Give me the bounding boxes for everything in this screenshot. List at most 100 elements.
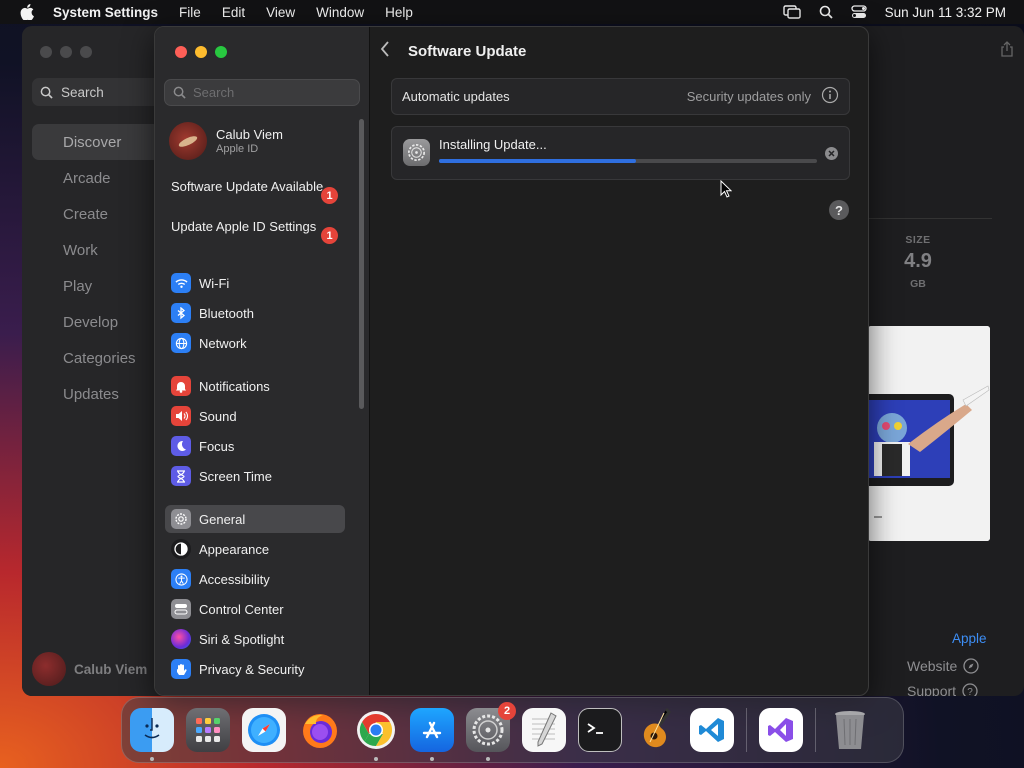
finder-dock-icon[interactable] [130,708,174,761]
user-name: Calub Viem [216,127,283,142]
nav-play[interactable]: Play [32,268,160,304]
chrome-dock-icon[interactable] [354,708,398,761]
app-size-info: SIZE 4.9 GB [884,234,952,290]
size-unit: GB [910,278,926,290]
system-settings-dock-icon[interactable]: 2 [466,702,516,761]
control-center-icon[interactable] [851,5,867,19]
nav-updates[interactable]: Updates [32,376,160,412]
sidebar-item-notifications[interactable]: Notifications [165,372,345,400]
sidebar-item-control-center[interactable]: Control Center [165,595,345,623]
sidebar-item-label: Sound [199,408,237,424]
help-button[interactable]: ? [829,200,849,220]
speaker-icon [171,406,191,426]
app-store-search-label: Search [61,84,104,100]
launchpad-dock-icon[interactable] [186,708,230,752]
menu-app-name[interactable]: System Settings [53,5,158,20]
sidebar-item-sound[interactable]: Sound [165,402,345,430]
sidebar-item-software-update-available[interactable]: Software Update Available 1 [171,179,341,204]
vscode-dock-icon[interactable] [690,708,734,752]
cancel-install-icon[interactable] [825,147,838,160]
app-store-sidebar: Search Discover Arcade Create Work Play … [22,26,162,696]
install-progress-fill [439,159,636,163]
menu-file[interactable]: File [179,5,201,20]
screen-mirroring-icon[interactable] [782,5,801,19]
menu-help[interactable]: Help [385,5,413,20]
website-link[interactable]: Website [907,658,979,674]
app-store-search-field[interactable]: Search [32,78,162,106]
close-button[interactable] [40,46,52,58]
sidebar-item-focus[interactable]: Focus [165,432,345,460]
visual-studio-dock-icon[interactable] [759,708,803,752]
sidebar-item-appearance[interactable]: Appearance [165,535,345,563]
textedit-dock-icon[interactable] [522,708,566,752]
nav-discover[interactable]: Discover [32,124,160,160]
sidebar-item-network[interactable]: Network [165,329,345,357]
sidebar-item-screen-time[interactable]: Screen Time [165,462,345,490]
apple-menu-icon[interactable] [20,4,36,20]
dock-separator [815,708,816,752]
app-screenshot-image[interactable] [868,326,990,541]
sidebar-item-label: Control Center [199,601,284,617]
sidebar-item-label: Appearance [199,541,270,557]
notification-badge: 1 [321,187,338,204]
running-indicator [150,757,154,761]
sidebar-scrollbar[interactable] [359,119,364,409]
sidebar-item-update-apple-id-settings[interactable]: Update Apple ID Settings 1 [171,219,341,244]
nav-develop[interactable]: Develop [32,304,160,340]
avatar [32,652,66,686]
trash-dock-icon[interactable] [828,708,872,752]
size-label: SIZE [905,234,931,246]
compass-icon [963,658,979,674]
size-value: 4.9 [904,250,932,272]
safari-dock-icon[interactable] [242,708,286,752]
hand-icon [171,659,191,679]
menu-edit[interactable]: Edit [222,5,245,20]
share-icon[interactable] [1000,41,1014,62]
info-icon[interactable] [821,86,839,107]
accessibility-icon [171,569,191,589]
garageband-dock-icon[interactable] [634,708,678,752]
back-chevron-icon[interactable] [380,41,390,62]
globe-icon [171,333,191,353]
content-header: Software Update [380,41,526,62]
developer-link[interactable]: Apple [952,631,987,646]
sidebar-item-accessibility[interactable]: Accessibility [165,565,345,593]
mouse-cursor-icon [720,179,733,203]
automatic-updates-value: Security updates only [686,89,811,104]
sidebar-item-siri-spotlight[interactable]: Siri & Spotlight [165,625,345,653]
sidebar-item-bluetooth[interactable]: Bluetooth [165,299,345,327]
nav-create[interactable]: Create [32,196,160,232]
menu-view[interactable]: View [266,5,295,20]
zoom-button[interactable] [80,46,92,58]
sidebar-item-label: Focus [199,438,235,454]
spotlight-search-icon[interactable] [819,5,833,19]
zoom-button[interactable] [215,46,227,58]
sidebar-item-wifi[interactable]: Wi-Fi [165,269,345,297]
menu-window[interactable]: Window [316,5,364,20]
nav-arcade[interactable]: Arcade [32,160,160,196]
terminal-dock-icon[interactable] [578,708,622,752]
settings-search-field[interactable]: Search [164,79,360,106]
menubar-clock[interactable]: Sun Jun 11 3:32 PM [885,5,1006,20]
sidebar-item-label: Bluetooth [199,305,254,321]
close-button[interactable] [175,46,187,58]
gear-icon [171,509,191,529]
sidebar-item-privacy-security[interactable]: Privacy & Security [165,655,345,683]
nav-categories[interactable]: Categories [32,340,160,376]
app-store-account[interactable]: Calub Viem [32,652,147,686]
minimize-button[interactable] [60,46,72,58]
support-link[interactable]: Support ? [907,683,978,696]
nav-work[interactable]: Work [32,232,160,268]
automatic-updates-label: Automatic updates [402,89,510,104]
bluetooth-icon [171,303,191,323]
running-indicator [374,757,378,761]
sidebar-item-general[interactable]: General [165,505,345,533]
firefox-dock-icon[interactable] [298,708,342,752]
apple-id-row[interactable]: Calub Viem Apple ID [169,122,283,160]
app-store-dock-icon[interactable] [410,708,454,761]
alert-label: Update Apple ID Settings [171,219,317,234]
minimize-button[interactable] [195,46,207,58]
website-label: Website [907,658,958,674]
window-controls [175,46,227,58]
sidebar-item-label: Accessibility [199,571,270,587]
